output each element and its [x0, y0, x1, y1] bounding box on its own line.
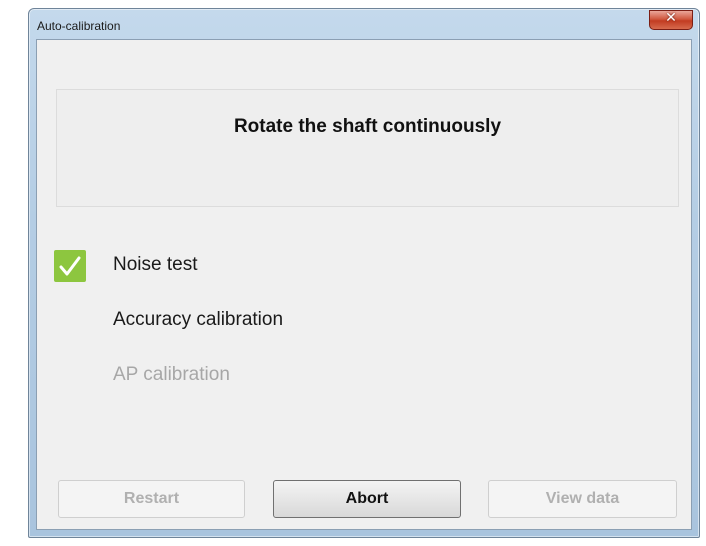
- check-icon: [54, 250, 86, 282]
- step-ap-calibration: AP calibration: [54, 360, 454, 394]
- restart-button-label: Restart: [123, 490, 180, 507]
- dialog-body: Rotate the shaft continuously Noise test…: [36, 39, 692, 530]
- auto-calibration-window: Auto-calibration ✕ Rotate the shaft cont…: [28, 8, 700, 538]
- window-title: Auto-calibration: [37, 19, 121, 33]
- view-data-button[interactable]: View data: [488, 480, 677, 518]
- step-noise-test: Noise test: [54, 250, 454, 284]
- step-label-noise-test: Noise test: [113, 254, 198, 275]
- restart-button[interactable]: Restart: [58, 480, 245, 518]
- abort-button[interactable]: Abort: [273, 480, 461, 518]
- instruction-panel: Rotate the shaft continuously: [56, 89, 679, 207]
- step-accuracy-calibration: Accuracy calibration: [54, 305, 454, 339]
- title-bar[interactable]: Auto-calibration ✕: [29, 9, 699, 41]
- close-icon: ✕: [665, 10, 677, 26]
- abort-button-label: Abort: [345, 490, 389, 507]
- step-label-accuracy-calibration: Accuracy calibration: [113, 309, 284, 330]
- view-data-button-label: View data: [545, 490, 620, 507]
- close-button[interactable]: ✕: [649, 10, 693, 30]
- instruction-text: Rotate the shaft continuously: [233, 116, 502, 137]
- step-label-ap-calibration: AP calibration: [113, 364, 230, 385]
